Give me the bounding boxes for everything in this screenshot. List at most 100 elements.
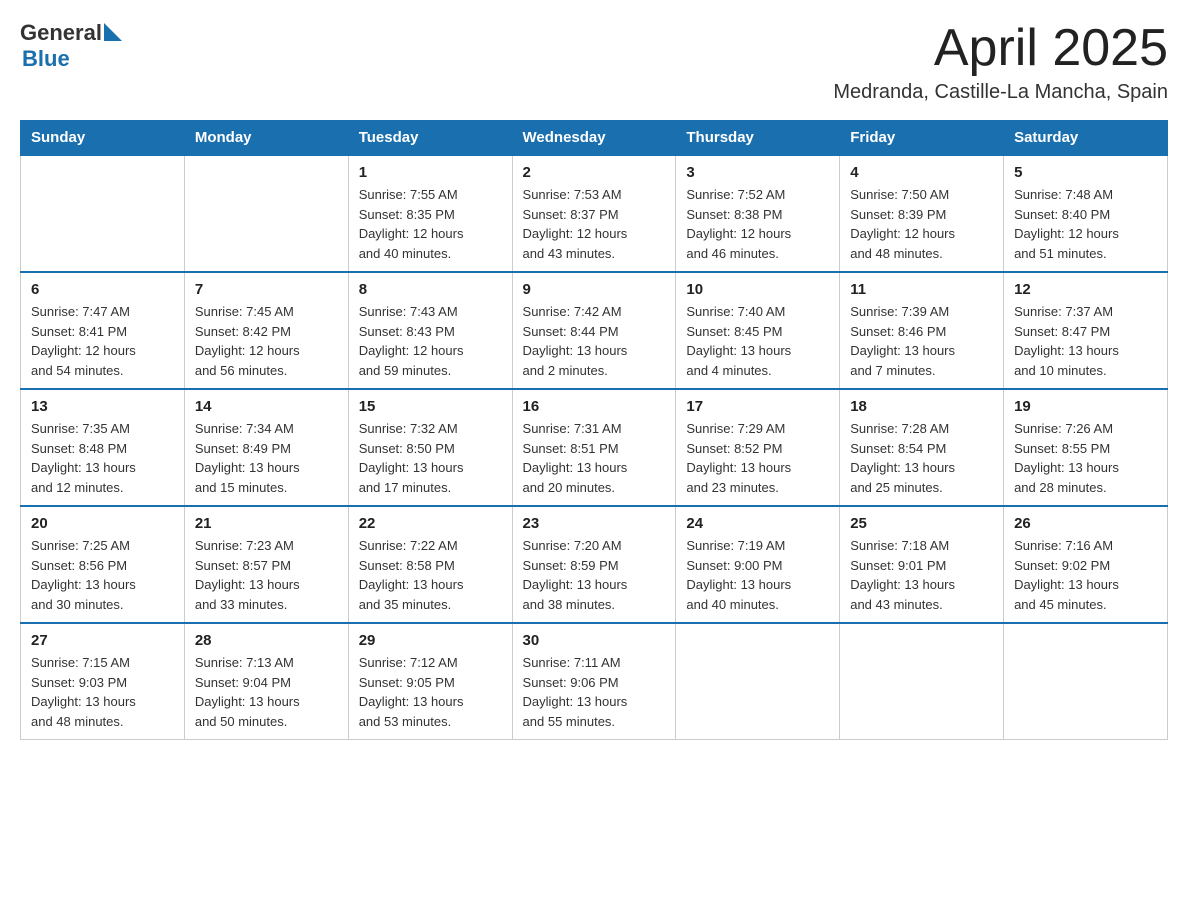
title-block: April 2025 Medranda, Castille-La Mancha,…	[833, 20, 1168, 104]
day-number: 2	[523, 164, 666, 181]
calendar-cell: 14Sunrise: 7:34 AM Sunset: 8:49 PM Dayli…	[184, 389, 348, 506]
calendar-cell: 4Sunrise: 7:50 AM Sunset: 8:39 PM Daylig…	[840, 155, 1004, 272]
day-info: Sunrise: 7:22 AM Sunset: 8:58 PM Dayligh…	[359, 536, 502, 614]
calendar-cell: 13 Sunrise: 7:35 AM Sunset: 8:48 PM Dayli…	[21, 389, 185, 506]
day-info: Sunrise: 7:26 AM Sunset: 8:55 PM Dayligh…	[1014, 419, 1157, 497]
weekday-header-saturday: Saturday	[1004, 121, 1168, 156]
day-info: Sunrise: 7:23 AM Sunset: 8:57 PM Dayligh…	[195, 536, 338, 614]
calendar-cell: 20 Sunrise: 7:25 AM Sunset: 8:56 PM Dayli…	[21, 506, 185, 623]
day-info: Sunrise: 7:52 AM Sunset: 8:38 PM Dayligh…	[686, 185, 829, 263]
day-number: 21	[195, 515, 338, 532]
day-number: 16	[523, 398, 666, 415]
calendar-cell: 18 Sunrise: 7:28 AM Sunset: 8:54 PM Dayli…	[840, 389, 1004, 506]
day-number: 1	[359, 164, 502, 181]
calendar-cell: 27 Sunrise: 7:15 AM Sunset: 9:03 PM Dayli…	[21, 623, 185, 740]
calendar-cell: 12Sunrise: 7:37 AM Sunset: 8:47 PM Dayli…	[1004, 272, 1168, 389]
day-info: Sunrise: 7:39 AM Sunset: 8:46 PM Dayligh…	[850, 302, 993, 380]
day-number: 23	[523, 515, 666, 532]
calendar-cell: 16 Sunrise: 7:31 AM Sunset: 8:51 PM Dayli…	[512, 389, 676, 506]
weekday-header-monday: Monday	[184, 121, 348, 156]
day-number: 4	[850, 164, 993, 181]
week-row-4: 20 Sunrise: 7:25 AM Sunset: 8:56 PM Dayli…	[21, 506, 1168, 623]
day-info: Sunrise: 7:28 AM Sunset: 8:54 PM Dayligh…	[850, 419, 993, 497]
calendar-cell: 22 Sunrise: 7:22 AM Sunset: 8:58 PM Dayli…	[348, 506, 512, 623]
day-info: Sunrise: 7:37 AM Sunset: 8:47 PM Dayligh…	[1014, 302, 1157, 380]
calendar-cell	[21, 155, 185, 272]
day-info: Sunrise: 7:15 AM Sunset: 9:03 PM Dayligh…	[31, 653, 174, 731]
day-number: 13	[31, 398, 174, 415]
day-info: Sunrise: 7:32 AM Sunset: 8:50 PM Dayligh…	[359, 419, 502, 497]
day-info: Sunrise: 7:20 AM Sunset: 8:59 PM Dayligh…	[523, 536, 666, 614]
day-info: Sunrise: 7:40 AM Sunset: 8:45 PM Dayligh…	[686, 302, 829, 380]
calendar-cell	[676, 623, 840, 740]
day-number: 24	[686, 515, 829, 532]
month-year-title: April 2025	[833, 20, 1168, 77]
day-number: 28	[195, 632, 338, 649]
calendar-cell: 11 Sunrise: 7:39 AM Sunset: 8:46 PM Dayli…	[840, 272, 1004, 389]
day-number: 8	[359, 281, 502, 298]
day-info: Sunrise: 7:35 AM Sunset: 8:48 PM Dayligh…	[31, 419, 174, 497]
logo-triangle-icon	[104, 23, 122, 41]
day-info: Sunrise: 7:55 AM Sunset: 8:35 PM Dayligh…	[359, 185, 502, 263]
calendar-cell: 2 Sunrise: 7:53 AM Sunset: 8:37 PM Daylig…	[512, 155, 676, 272]
day-number: 20	[31, 515, 174, 532]
calendar-cell: 30 Sunrise: 7:11 AM Sunset: 9:06 PM Dayli…	[512, 623, 676, 740]
calendar-cell: 1 Sunrise: 7:55 AM Sunset: 8:35 PM Daylig…	[348, 155, 512, 272]
day-number: 18	[850, 398, 993, 415]
calendar-cell: 28 Sunrise: 7:13 AM Sunset: 9:04 PM Dayli…	[184, 623, 348, 740]
day-info: Sunrise: 7:42 AM Sunset: 8:44 PM Dayligh…	[523, 302, 666, 380]
calendar-cell: 24 Sunrise: 7:19 AM Sunset: 9:00 PM Dayli…	[676, 506, 840, 623]
day-info: Sunrise: 7:29 AM Sunset: 8:52 PM Dayligh…	[686, 419, 829, 497]
day-info: Sunrise: 7:19 AM Sunset: 9:00 PM Dayligh…	[686, 536, 829, 614]
day-info: Sunrise: 7:47 AM Sunset: 8:41 PM Dayligh…	[31, 302, 174, 380]
calendar-cell: 21 Sunrise: 7:23 AM Sunset: 8:57 PM Dayli…	[184, 506, 348, 623]
day-number: 10	[686, 281, 829, 298]
day-number: 11	[850, 281, 993, 298]
calendar-cell	[1004, 623, 1168, 740]
day-info: Sunrise: 7:31 AM Sunset: 8:51 PM Dayligh…	[523, 419, 666, 497]
day-number: 29	[359, 632, 502, 649]
calendar-cell: 5Sunrise: 7:48 AM Sunset: 8:40 PM Daylig…	[1004, 155, 1168, 272]
weekday-header-thursday: Thursday	[676, 121, 840, 156]
day-number: 9	[523, 281, 666, 298]
day-info: Sunrise: 7:43 AM Sunset: 8:43 PM Dayligh…	[359, 302, 502, 380]
day-number: 17	[686, 398, 829, 415]
calendar-cell: 8 Sunrise: 7:43 AM Sunset: 8:43 PM Daylig…	[348, 272, 512, 389]
day-info: Sunrise: 7:53 AM Sunset: 8:37 PM Dayligh…	[523, 185, 666, 263]
week-row-2: 6 Sunrise: 7:47 AM Sunset: 8:41 PM Daylig…	[21, 272, 1168, 389]
weekday-header-sunday: Sunday	[21, 121, 185, 156]
calendar-header-row: SundayMondayTuesdayWednesdayThursdayFrid…	[21, 121, 1168, 156]
day-info: Sunrise: 7:11 AM Sunset: 9:06 PM Dayligh…	[523, 653, 666, 731]
day-number: 19	[1014, 398, 1157, 415]
day-info: Sunrise: 7:45 AM Sunset: 8:42 PM Dayligh…	[195, 302, 338, 380]
weekday-header-tuesday: Tuesday	[348, 121, 512, 156]
location-text: Medranda, Castille-La Mancha, Spain	[833, 81, 1168, 104]
logo-general: General	[20, 20, 102, 46]
day-info: Sunrise: 7:18 AM Sunset: 9:01 PM Dayligh…	[850, 536, 993, 614]
day-number: 15	[359, 398, 502, 415]
calendar-cell: 17 Sunrise: 7:29 AM Sunset: 8:52 PM Dayli…	[676, 389, 840, 506]
day-number: 30	[523, 632, 666, 649]
calendar-cell: 29 Sunrise: 7:12 AM Sunset: 9:05 PM Dayli…	[348, 623, 512, 740]
day-number: 27	[31, 632, 174, 649]
day-info: Sunrise: 7:34 AM Sunset: 8:49 PM Dayligh…	[195, 419, 338, 497]
logo-blue-text: Blue	[22, 46, 70, 71]
calendar-cell: 26Sunrise: 7:16 AM Sunset: 9:02 PM Dayli…	[1004, 506, 1168, 623]
day-info: Sunrise: 7:13 AM Sunset: 9:04 PM Dayligh…	[195, 653, 338, 731]
weekday-header-wednesday: Wednesday	[512, 121, 676, 156]
day-info: Sunrise: 7:16 AM Sunset: 9:02 PM Dayligh…	[1014, 536, 1157, 614]
day-info: Sunrise: 7:25 AM Sunset: 8:56 PM Dayligh…	[31, 536, 174, 614]
day-number: 3	[686, 164, 829, 181]
calendar-cell: 23 Sunrise: 7:20 AM Sunset: 8:59 PM Dayli…	[512, 506, 676, 623]
day-number: 25	[850, 515, 993, 532]
calendar-cell: 19 Sunrise: 7:26 AM Sunset: 8:55 PM Dayli…	[1004, 389, 1168, 506]
day-info: Sunrise: 7:12 AM Sunset: 9:05 PM Dayligh…	[359, 653, 502, 731]
calendar-cell: 7Sunrise: 7:45 AM Sunset: 8:42 PM Daylig…	[184, 272, 348, 389]
day-number: 22	[359, 515, 502, 532]
calendar-cell	[184, 155, 348, 272]
calendar-cell: 9 Sunrise: 7:42 AM Sunset: 8:44 PM Daylig…	[512, 272, 676, 389]
day-number: 6	[31, 281, 174, 298]
day-info: Sunrise: 7:48 AM Sunset: 8:40 PM Dayligh…	[1014, 185, 1157, 263]
calendar-cell	[840, 623, 1004, 740]
week-row-5: 27 Sunrise: 7:15 AM Sunset: 9:03 PM Dayli…	[21, 623, 1168, 740]
